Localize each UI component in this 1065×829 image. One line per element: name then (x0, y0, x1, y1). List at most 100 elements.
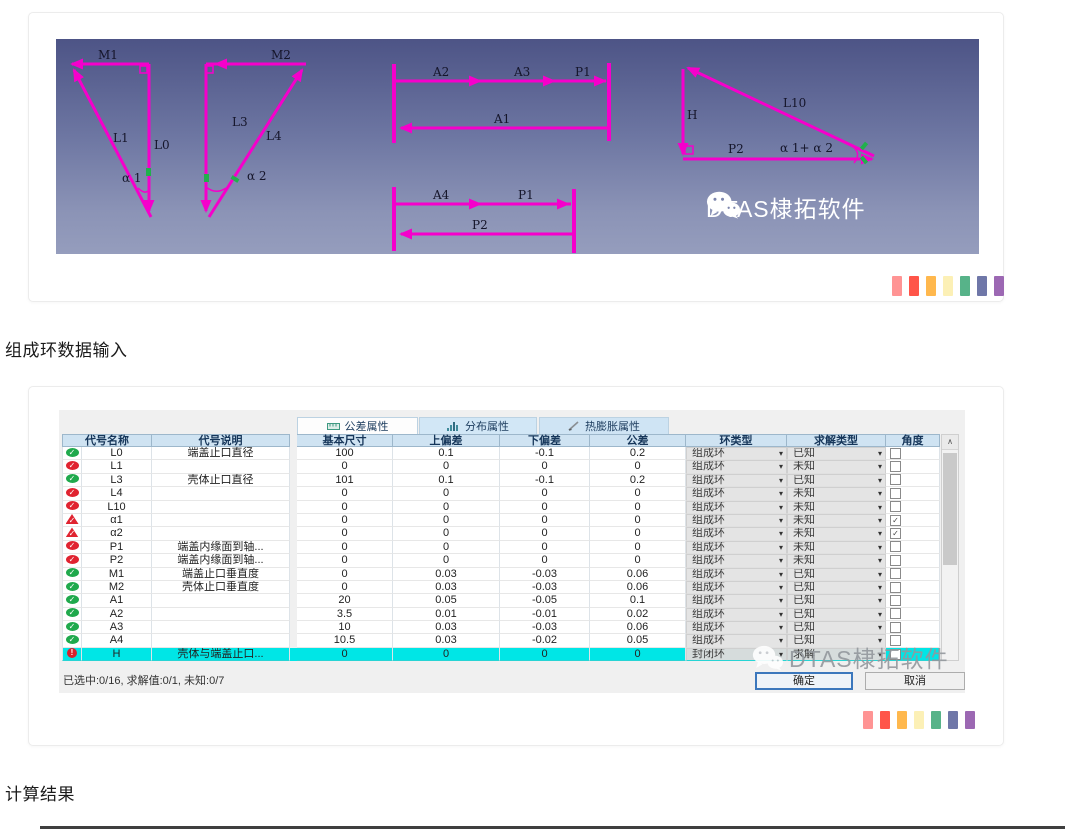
gap-cell (290, 487, 297, 500)
angle-checkbox[interactable]: ✓ (890, 515, 901, 526)
tab-thermal-expansion-properties[interactable]: 热膨胀属性 (539, 417, 669, 434)
angle-checkbox[interactable] (890, 501, 901, 512)
angle-cell (886, 621, 940, 634)
diagram-label-l4: L4 (266, 129, 282, 143)
table-row[interactable]: ✓A1200.05-0.050.1组成环▾已知▾ (62, 594, 940, 607)
table-row[interactable]: ✓A3100.03-0.030.06组成环▾已知▾ (62, 621, 940, 634)
vertical-scrollbar[interactable]: ∧ (941, 434, 959, 661)
ring-type-dropdown[interactable]: 组成环▾ (686, 501, 787, 514)
table-row[interactable]: ✓L40000组成环▾未知▾ (62, 487, 940, 500)
solve-type-dropdown[interactable]: 未知▾ (787, 460, 886, 473)
solve-type-dropdown[interactable]: 未知▾ (787, 487, 886, 500)
angle-cell: ✓ (886, 514, 940, 527)
solve-type-dropdown[interactable]: 未知▾ (787, 554, 886, 567)
solve-type-dropdown[interactable]: 未知▾ (787, 541, 886, 554)
code-name-cell: M1 (82, 568, 152, 581)
tab-distribution-properties[interactable]: 分布属性 (419, 417, 537, 434)
table-row[interactable]: ✓M1端盖止口垂直度00.03-0.030.06组成环▾已知▾ (62, 568, 940, 581)
brand-watermark: DTAS棣拓软件 (752, 640, 949, 674)
dropdown-arrow-icon: ▾ (878, 621, 882, 634)
ring-type-dropdown[interactable]: 组成环▾ (686, 514, 787, 527)
ring-type-dropdown[interactable]: 组成环▾ (686, 460, 787, 473)
angle-checkbox[interactable] (890, 555, 901, 566)
ring-type-dropdown[interactable]: 组成环▾ (686, 474, 787, 487)
table-row[interactable]: ✓L0端盖止口直径1000.1-0.10.2组成环▾已知▾ (62, 447, 940, 460)
angle-checkbox[interactable] (890, 541, 901, 552)
table-row[interactable]: ✓M2壳体止口垂直度00.03-0.030.06组成环▾已知▾ (62, 581, 940, 594)
solve-type-dropdown[interactable]: 已知▾ (787, 608, 886, 621)
cancel-button[interactable]: 取消 (865, 672, 965, 690)
diagram-label-h: H (687, 108, 697, 122)
ring-type-dropdown[interactable]: 组成环▾ (686, 541, 787, 554)
ring-type-dropdown[interactable]: 组成环▾ (686, 568, 787, 581)
tab-tolerance-properties[interactable]: 公差属性 (297, 417, 418, 434)
selection-status-text: 已选中:0/16, 求解值:0/1, 未知:0/7 (63, 673, 224, 690)
table-row[interactable]: ✓P1端盖内缘面到轴...0000组成环▾未知▾ (62, 541, 940, 554)
solve-type-dropdown[interactable]: 未知▾ (787, 501, 886, 514)
ring-type-dropdown[interactable]: 组成环▾ (686, 487, 787, 500)
table-row[interactable]: ✓α20000组成环▾未知▾✓ (62, 527, 940, 540)
gap-cell (290, 648, 297, 661)
dropdown-arrow-icon: ▾ (878, 474, 882, 487)
solve-type-dropdown[interactable]: 未知▾ (787, 527, 886, 540)
dropdown-value: 封闭环 (692, 648, 725, 661)
tolerance-cell: 0 (590, 648, 686, 661)
angle-checkbox[interactable] (890, 568, 901, 579)
angle-checkbox[interactable] (890, 582, 901, 593)
status-unknown-icon: ✓ (66, 541, 79, 550)
ring-type-dropdown[interactable]: 组成环▾ (686, 621, 787, 634)
angle-checkbox[interactable] (890, 461, 901, 472)
basic-size-cell: 0 (297, 568, 393, 581)
angle-checkbox[interactable] (890, 448, 901, 459)
wechat-logo-icon (752, 644, 783, 671)
angle-checkbox[interactable] (890, 622, 901, 633)
angle-checkbox[interactable] (890, 488, 901, 499)
angle-checkbox[interactable] (890, 474, 901, 485)
diagram-label-l10: L10 (783, 96, 806, 110)
table-row[interactable]: ✓P2端盖内缘面到轴...0000组成环▾未知▾ (62, 554, 940, 567)
dropdown-arrow-icon: ▾ (878, 554, 882, 567)
code-desc-cell (152, 621, 290, 634)
table-row[interactable]: ✓A23.50.01-0.010.02组成环▾已知▾ (62, 608, 940, 621)
basic-size-cell: 0 (297, 527, 393, 540)
ring-type-dropdown[interactable]: 组成环▾ (686, 447, 787, 460)
diagram-label-alpha-sum: α 1+ α 2 (780, 141, 833, 155)
basic-size-cell: 0 (297, 541, 393, 554)
solve-type-dropdown[interactable]: 已知▾ (787, 594, 886, 607)
table-row[interactable]: ✓L10000组成环▾未知▾ (62, 460, 940, 473)
ring-type-dropdown[interactable]: 组成环▾ (686, 554, 787, 567)
confirm-button[interactable]: 确定 (755, 672, 853, 690)
solve-type-dropdown[interactable]: 已知▾ (787, 474, 886, 487)
brand-watermark-text: DTAS棣拓软件 (789, 640, 949, 674)
dropdown-arrow-icon: ▾ (878, 568, 882, 581)
scrollbar-thumb[interactable] (943, 453, 957, 565)
code-name-cell: A2 (82, 608, 152, 621)
solve-type-dropdown[interactable]: 已知▾ (787, 447, 886, 460)
ring-type-dropdown[interactable]: 组成环▾ (686, 581, 787, 594)
ring-type-dropdown[interactable]: 组成环▾ (686, 608, 787, 621)
angle-checkbox[interactable] (890, 595, 901, 606)
code-name-cell: α1 (82, 514, 152, 527)
gap-cell (290, 594, 297, 607)
solve-type-dropdown[interactable]: 已知▾ (787, 568, 886, 581)
ring-type-dropdown[interactable]: 组成环▾ (686, 594, 787, 607)
scroll-up-button[interactable]: ∧ (942, 435, 958, 450)
upper-dev-cell: 0.03 (393, 568, 500, 581)
ring-type-dropdown[interactable]: 组成环▾ (686, 527, 787, 540)
table-row[interactable]: ✓L100000组成环▾未知▾ (62, 501, 940, 514)
table-row[interactable]: ✓L3壳体止口直径1010.1-0.10.2组成环▾已知▾ (62, 474, 940, 487)
dropdown-arrow-icon: ▾ (779, 554, 783, 567)
gap-cell (290, 514, 297, 527)
dropdown-value: 组成环 (692, 447, 725, 460)
diagram-label-l3: L3 (232, 115, 248, 129)
solve-type-dropdown[interactable]: 未知▾ (787, 514, 886, 527)
diagram-label-p2-bottom: P2 (472, 218, 488, 232)
solve-type-dropdown[interactable]: 已知▾ (787, 621, 886, 634)
table-row[interactable]: ✓α10000组成环▾未知▾✓ (62, 514, 940, 527)
basic-size-cell: 10.5 (297, 634, 393, 647)
angle-checkbox[interactable] (890, 608, 901, 619)
angle-checkbox[interactable]: ✓ (890, 528, 901, 539)
histogram-icon (447, 421, 460, 431)
dropdown-arrow-icon: ▾ (779, 514, 783, 527)
solve-type-dropdown[interactable]: 已知▾ (787, 581, 886, 594)
